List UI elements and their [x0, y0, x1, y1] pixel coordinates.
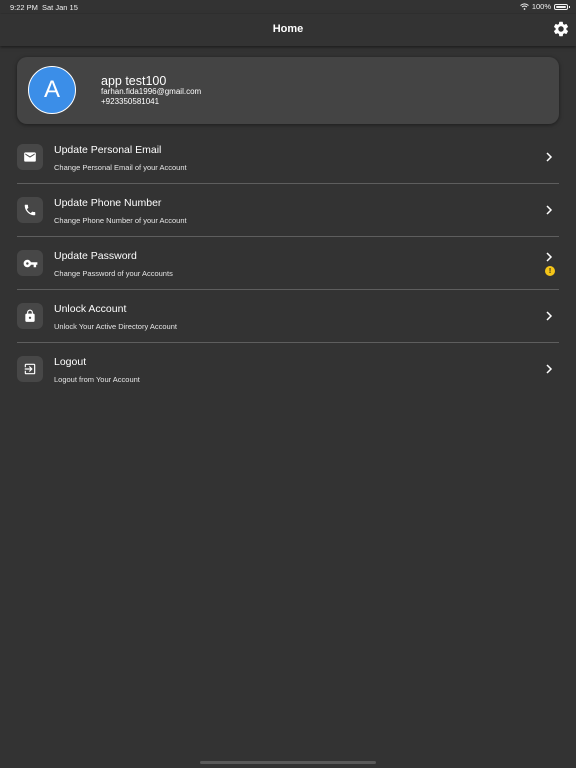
menu-item-subtitle: Unlock Your Active Directory Account [54, 322, 177, 331]
icon-box [17, 144, 43, 170]
page-title: Home [272, 23, 304, 35]
avatar: A [28, 66, 76, 114]
divider [17, 236, 559, 237]
menu-item-title: Update Phone Number [54, 197, 162, 209]
menu-item-logout[interactable]: Logout Logout from Your Account [17, 344, 559, 396]
menu-item-title: Update Password [54, 250, 137, 262]
chevron-right-icon [546, 252, 553, 262]
menu-item-subtitle: Change Personal Email of your Account [54, 163, 187, 172]
menu-item-subtitle: Change Password of your Accounts [54, 269, 173, 278]
key-icon [23, 259, 37, 267]
battery-percent: 100% [531, 2, 551, 11]
profile-name: app test100 [101, 74, 167, 88]
status-time: 9:22 PM [10, 3, 38, 12]
menu-item-update-email[interactable]: Update Personal Email Change Personal Em… [17, 132, 559, 184]
settings-button[interactable] [552, 20, 570, 38]
icon-box [17, 250, 43, 276]
lock-icon [25, 309, 35, 322]
divider [17, 183, 559, 184]
home-indicator[interactable] [200, 761, 376, 764]
menu-item-subtitle: Change Phone Number of your Account [54, 216, 187, 225]
menu-item-unlock-account[interactable]: Unlock Account Unlock Your Active Direct… [17, 291, 559, 343]
chevron-right-icon [546, 364, 553, 374]
battery-icon [554, 3, 570, 10]
phone-icon [24, 204, 36, 216]
chevron-right-icon [546, 205, 553, 215]
wifi-icon [519, 3, 529, 10]
menu-item-title: Unlock Account [54, 303, 127, 315]
profile-phone: +923350581041 [101, 97, 160, 106]
icon-box [17, 356, 43, 382]
gear-icon [553, 21, 569, 37]
logout-icon [24, 363, 36, 375]
divider [17, 342, 559, 343]
icon-box [17, 197, 43, 223]
warning-badge: ! [545, 266, 555, 276]
status-indicators: 100% [519, 2, 570, 11]
chevron-right-icon [546, 152, 553, 162]
navigation-bar: Home [0, 14, 576, 46]
divider [17, 289, 559, 290]
profile-card[interactable]: A app test100 farhan.fida1996@gmail.com … [17, 57, 559, 124]
menu-item-update-password[interactable]: Update Password Change Password of your … [17, 238, 559, 290]
menu-item-update-phone[interactable]: Update Phone Number Change Phone Number … [17, 185, 559, 237]
icon-box [17, 303, 43, 329]
status-date: Sat Jan 15 [42, 3, 78, 12]
menu-item-title: Update Personal Email [54, 144, 162, 156]
menu-item-title: Logout [54, 356, 87, 368]
chevron-right-icon [546, 311, 553, 321]
status-bar: 9:22 PM Sat Jan 15 100% [0, 0, 576, 14]
mail-icon [24, 152, 36, 162]
profile-email: farhan.fida1996@gmail.com [101, 87, 202, 96]
menu-item-subtitle: Logout from Your Account [54, 375, 140, 384]
